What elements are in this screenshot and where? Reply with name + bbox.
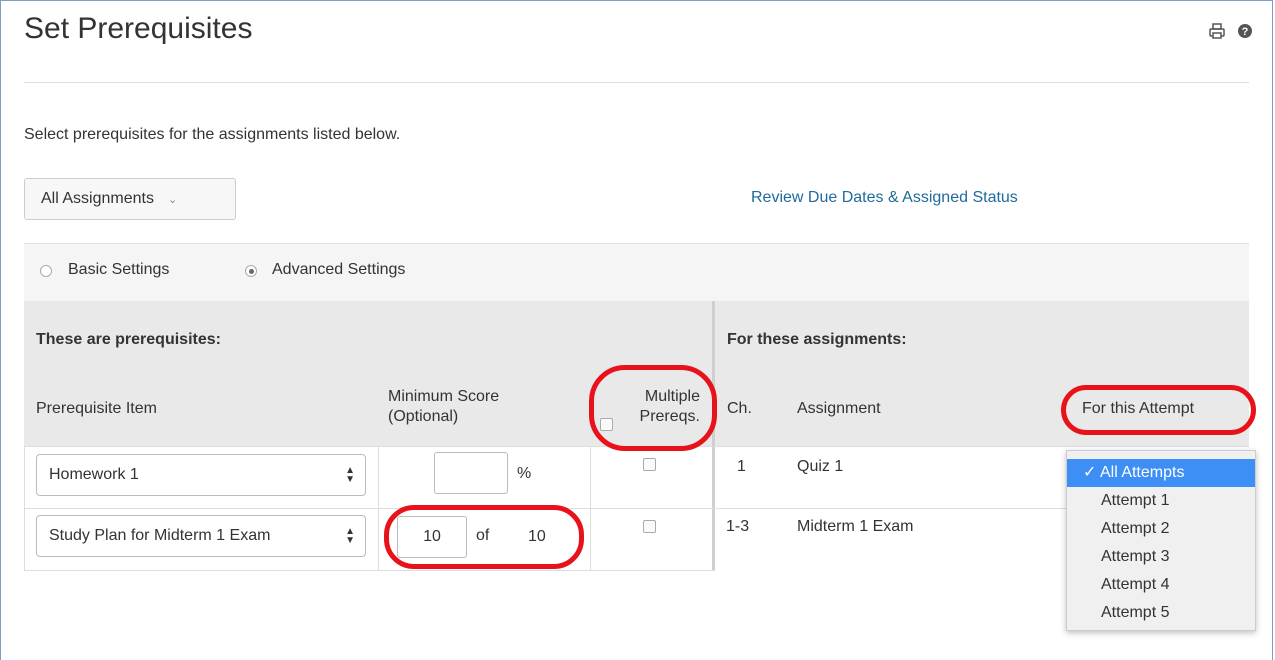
cell-divider bbox=[378, 446, 379, 570]
select-arrows-icon: ▲ ▼ bbox=[345, 465, 355, 485]
svg-text:?: ? bbox=[1242, 26, 1249, 38]
attempt-option[interactable]: Attempt 1 bbox=[1067, 487, 1255, 515]
prerequisite-item-select[interactable]: Homework 1 ▲ ▼ bbox=[36, 454, 366, 496]
cell-divider bbox=[24, 446, 25, 570]
basic-settings-label[interactable]: Basic Settings bbox=[68, 261, 169, 279]
multiple-prereqs-checkbox[interactable] bbox=[643, 458, 656, 471]
cell-divider bbox=[590, 446, 591, 570]
assignment-column-header: Assignment bbox=[797, 400, 881, 417]
attempt-dropdown-menu[interactable]: ✓ All Attempts Attempt 1 Attempt 2 Attem… bbox=[1066, 450, 1256, 631]
assignment-filter-label: All Assignments bbox=[41, 190, 154, 207]
select-arrows-icon: ▲ ▼ bbox=[345, 526, 355, 546]
basic-settings-radio[interactable] bbox=[40, 265, 52, 277]
min-score-column-header: Minimum Score (Optional) bbox=[388, 387, 499, 427]
min-score-header-line1: Minimum Score bbox=[388, 388, 500, 405]
multiple-prereqs-checkbox[interactable] bbox=[643, 520, 656, 533]
chevron-down-icon: ⌄ bbox=[167, 193, 178, 206]
min-score-header-line2: (Optional) bbox=[388, 408, 459, 425]
chapter-value: 1 bbox=[737, 458, 746, 475]
prerequisite-item-value: Study Plan for Midterm 1 Exam bbox=[49, 527, 271, 544]
advanced-settings-radio[interactable] bbox=[245, 265, 257, 277]
advanced-settings-label[interactable]: Advanced Settings bbox=[272, 261, 405, 279]
percent-unit-label: % bbox=[517, 465, 532, 482]
attempt-option-label: All Attempts bbox=[1099, 464, 1185, 481]
intro-text: Select prerequisites for the assignments… bbox=[24, 126, 401, 143]
ch-column-header: Ch. bbox=[727, 400, 752, 417]
assignments-heading: For these assignments: bbox=[727, 331, 907, 348]
for-this-attempt-highlight bbox=[1061, 385, 1256, 435]
assignment-name: Midterm 1 Exam bbox=[797, 518, 914, 535]
assignment-name: Quiz 1 bbox=[797, 458, 844, 475]
review-due-dates-link[interactable]: Review Due Dates & Assigned Status bbox=[751, 189, 1018, 207]
prerequisites-heading: These are prerequisites: bbox=[36, 331, 221, 348]
prerequisite-item-value: Homework 1 bbox=[49, 466, 139, 483]
prerequisite-item-column-header: Prerequisite Item bbox=[36, 400, 157, 417]
min-score-highlight bbox=[384, 505, 584, 569]
attempt-option[interactable]: Attempt 2 bbox=[1067, 515, 1255, 543]
prerequisite-item-select[interactable]: Study Plan for Midterm 1 Exam ▲ ▼ bbox=[36, 515, 366, 557]
attempt-option[interactable]: Attempt 4 bbox=[1067, 571, 1255, 599]
title-divider bbox=[24, 82, 1249, 83]
attempt-option[interactable]: Attempt 3 bbox=[1067, 543, 1255, 571]
page-title: Set Prerequisites bbox=[24, 12, 253, 45]
print-icon[interactable] bbox=[1208, 22, 1226, 40]
attempt-option-selected[interactable]: ✓ All Attempts bbox=[1067, 459, 1255, 487]
multiple-prereqs-highlight bbox=[589, 365, 717, 451]
help-icon[interactable]: ? bbox=[1236, 22, 1254, 40]
section-divider bbox=[712, 301, 715, 571]
assignment-filter-select[interactable]: All Assignments ⌄ bbox=[24, 178, 236, 220]
min-score-input[interactable] bbox=[434, 452, 508, 494]
chapter-value: 1-3 bbox=[726, 518, 750, 535]
attempt-option[interactable]: Attempt 5 bbox=[1067, 599, 1255, 627]
settings-bar: Basic Settings Advanced Settings bbox=[24, 243, 1249, 302]
row-divider bbox=[24, 570, 714, 571]
